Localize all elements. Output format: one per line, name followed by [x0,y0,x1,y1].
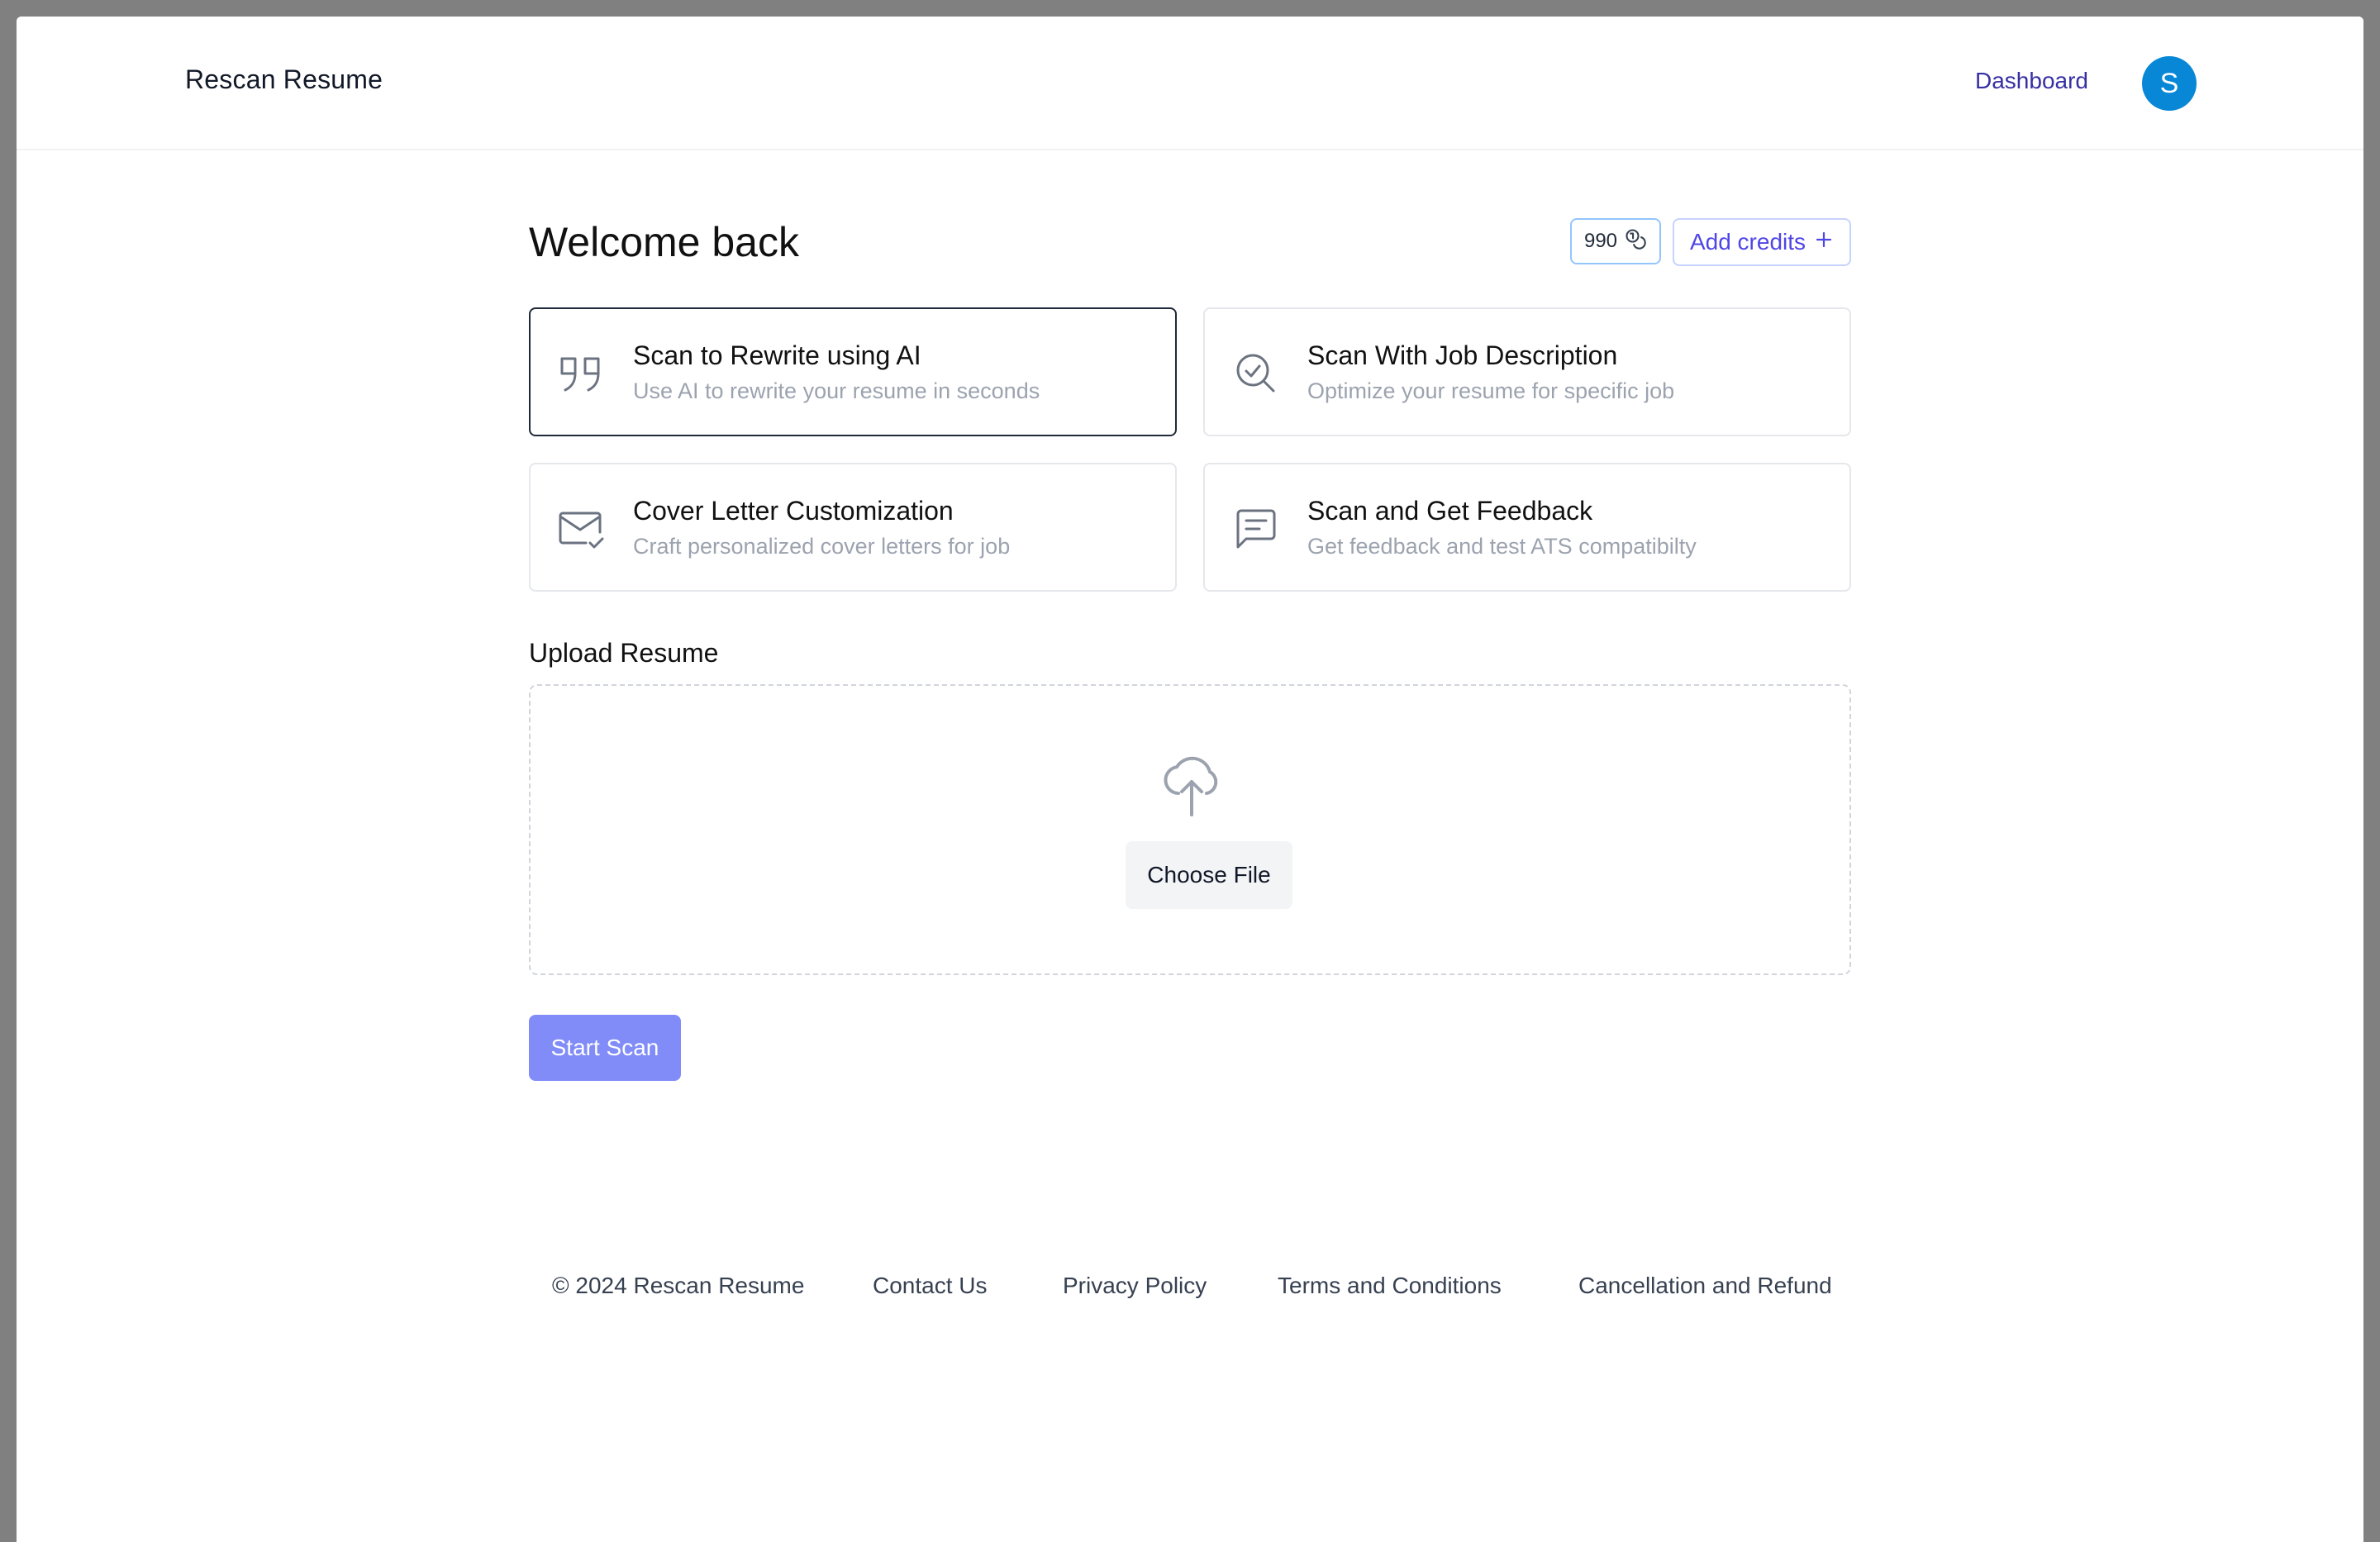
mail-check-icon [557,504,607,554]
card-title: Scan and Get Feedback [1307,496,1593,526]
card-title: Cover Letter Customization [633,496,954,526]
footer-link-contact[interactable]: Contact Us [873,1273,988,1299]
footer-copyright: © 2024 Rescan Resume [552,1273,805,1298]
card-scan-feedback[interactable]: Scan and Get Feedback Get feedback and t… [1203,463,1851,592]
credits-count: 990 [1583,230,1618,252]
upload-resume-label: Upload Resume [529,638,719,668]
card-scan-job-description[interactable]: Scan With Job Description Optimize your … [1203,307,1851,436]
message-square-icon [1231,504,1281,554]
footer: © 2024 Rescan Resume Contact Us Privacy … [17,1273,2363,1322]
coins-icon [1624,227,1647,256]
card-title: Scan to Rewrite using AI [633,340,921,370]
add-credits-button[interactable]: Add credits [1673,218,1851,266]
card-subtitle: Craft personalized cover letters for job [633,534,1011,559]
card-subtitle: Get feedback and test ATS compatibilty [1307,534,1697,559]
footer-link-terms[interactable]: Terms and Conditions [1278,1273,1502,1299]
user-avatar[interactable]: S [2142,56,2197,111]
choose-file-button[interactable]: Choose File [1126,841,1292,909]
upload-dropzone[interactable]: Choose File [529,684,1851,975]
card-subtitle: Optimize your resume for specific job [1307,378,1675,403]
top-navbar: Rescan Resume Dashboard S [17,17,2363,150]
add-credits-label: Add credits [1689,229,1806,255]
start-scan-button[interactable]: Start Scan [529,1015,681,1081]
card-cover-letter[interactable]: Cover Letter Customization Craft persona… [529,463,1177,592]
card-scan-rewrite-ai[interactable]: Scan to Rewrite using AI Use AI to rewri… [529,307,1177,436]
brand-logo-text[interactable]: Rescan Resume [185,64,383,95]
nav-dashboard-link[interactable]: Dashboard [1975,68,2088,94]
cloud-upload-icon [1162,752,1221,818]
page-title: Welcome back [529,219,799,265]
search-check-icon [1231,349,1281,398]
quote-icon [557,349,607,398]
card-subtitle: Use AI to rewrite your resume in seconds [633,378,1040,403]
browser-window: Rescan Resume Dashboard S Welcome back 9… [17,17,2363,1542]
plus-icon [1814,229,1834,255]
footer-link-privacy[interactable]: Privacy Policy [1063,1273,1207,1299]
credits-badge: 990 [1570,218,1661,264]
footer-link-cancellation[interactable]: Cancellation and Refund [1578,1273,1832,1299]
card-title: Scan With Job Description [1307,340,1618,370]
